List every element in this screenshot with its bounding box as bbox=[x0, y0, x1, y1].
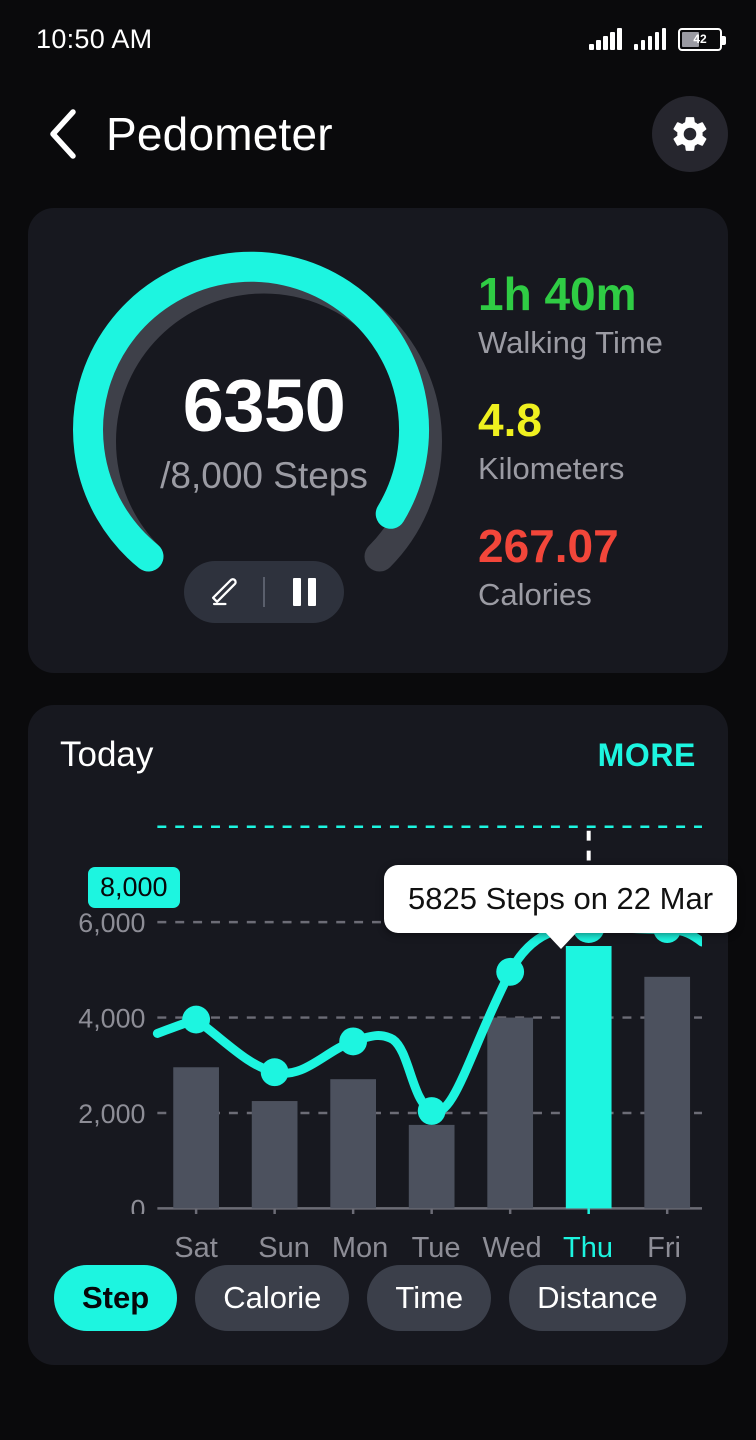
status-time: 10:50 AM bbox=[36, 24, 152, 55]
signal-bars-icon-2 bbox=[634, 28, 667, 50]
ytick-0: 0 bbox=[131, 1194, 146, 1214]
steps-gauge: 6350 /8,000 Steps bbox=[64, 241, 464, 641]
goal-badge: 8,000 bbox=[88, 867, 180, 908]
app-bar: Pedometer bbox=[0, 78, 756, 190]
pause-button[interactable] bbox=[265, 561, 344, 623]
ytick-6000: 6,000 bbox=[78, 908, 145, 938]
summary-card: 6350 /8,000 Steps 1h 40m Walking bbox=[28, 208, 728, 673]
steps-count: 6350 bbox=[64, 369, 464, 443]
bar-sat bbox=[173, 1067, 219, 1208]
stat-label: Calories bbox=[478, 577, 708, 613]
point-sat bbox=[182, 1006, 210, 1034]
gauge-center-text: 6350 /8,000 Steps bbox=[64, 369, 464, 497]
settings-button[interactable] bbox=[652, 96, 728, 172]
bar-sun bbox=[252, 1101, 298, 1208]
steps-goal: /8,000 Steps bbox=[64, 455, 464, 497]
bar-fri bbox=[644, 977, 690, 1209]
chevron-left-icon bbox=[47, 108, 77, 160]
pencil-icon bbox=[207, 575, 241, 609]
status-indicators: 42 bbox=[589, 28, 722, 51]
tab-distance[interactable]: Distance bbox=[509, 1265, 686, 1331]
back-button[interactable] bbox=[40, 106, 84, 162]
tab-calorie[interactable]: Calorie bbox=[195, 1265, 349, 1331]
xlabel-sat: Sat bbox=[146, 1232, 246, 1265]
stat-kilometers: 4.8 Kilometers bbox=[478, 395, 708, 487]
summary-stats: 1h 40m Walking Time 4.8 Kilometers 267.0… bbox=[464, 269, 728, 613]
xlabel-thu: Thu bbox=[550, 1232, 626, 1265]
pause-icon bbox=[293, 578, 316, 606]
xlabel-mon: Mon bbox=[322, 1232, 398, 1265]
chart-x-labels: Sat Sun Mon Tue Wed Thu Fri bbox=[54, 1232, 702, 1265]
ytick-2000: 2,000 bbox=[78, 1099, 145, 1129]
chart-title: Today bbox=[60, 735, 153, 775]
stat-walking-time: 1h 40m Walking Time bbox=[478, 269, 708, 361]
steps-chart: 6,000 4,000 2,000 0 bbox=[54, 785, 702, 1217]
metric-tabs: Step Calorie Time Distance bbox=[54, 1265, 702, 1331]
stat-value: 267.07 bbox=[478, 521, 708, 571]
bar-tue bbox=[409, 1125, 455, 1208]
chart-header: Today MORE bbox=[54, 735, 702, 775]
battery-percent-label: 42 bbox=[680, 31, 720, 47]
tab-step[interactable]: Step bbox=[54, 1265, 177, 1331]
xlabel-fri: Fri bbox=[626, 1232, 702, 1265]
battery-icon: 42 bbox=[678, 28, 722, 51]
gear-icon bbox=[669, 113, 711, 155]
bar-thu bbox=[566, 946, 612, 1208]
point-tue bbox=[418, 1097, 446, 1125]
stat-label: Kilometers bbox=[478, 451, 708, 487]
ytick-4000: 4,000 bbox=[78, 1003, 145, 1033]
edit-button[interactable] bbox=[184, 561, 263, 623]
tab-time[interactable]: Time bbox=[367, 1265, 491, 1331]
chart-tooltip[interactable]: 5825 Steps on 22 Mar bbox=[384, 865, 737, 933]
status-bar: 10:50 AM 42 bbox=[0, 0, 756, 78]
stat-value: 4.8 bbox=[478, 395, 708, 445]
xlabel-tue: Tue bbox=[398, 1232, 474, 1265]
chart-card: Today MORE 6,000 4,000 2,000 0 bbox=[28, 705, 728, 1365]
xlabel-wed: Wed bbox=[474, 1232, 550, 1265]
point-wed bbox=[496, 958, 524, 986]
tooltip-text: 5825 Steps on 22 Mar bbox=[408, 881, 713, 917]
bar-mon bbox=[330, 1079, 376, 1208]
stat-calories: 267.07 Calories bbox=[478, 521, 708, 613]
point-sun bbox=[261, 1058, 289, 1086]
stat-value: 1h 40m bbox=[478, 269, 708, 319]
trend-line bbox=[157, 927, 702, 1112]
point-mon bbox=[339, 1027, 367, 1055]
app-screen: 10:50 AM 42 Pedometer bbox=[0, 0, 756, 1440]
chart-canvas: 6,000 4,000 2,000 0 bbox=[54, 785, 702, 1214]
page-title: Pedometer bbox=[106, 107, 630, 161]
gauge-controls bbox=[184, 561, 344, 623]
stat-label: Walking Time bbox=[478, 325, 708, 361]
bar-wed bbox=[487, 1018, 533, 1209]
xlabel-sun: Sun bbox=[246, 1232, 322, 1265]
more-link[interactable]: MORE bbox=[598, 737, 696, 774]
signal-bars-icon bbox=[589, 28, 622, 50]
